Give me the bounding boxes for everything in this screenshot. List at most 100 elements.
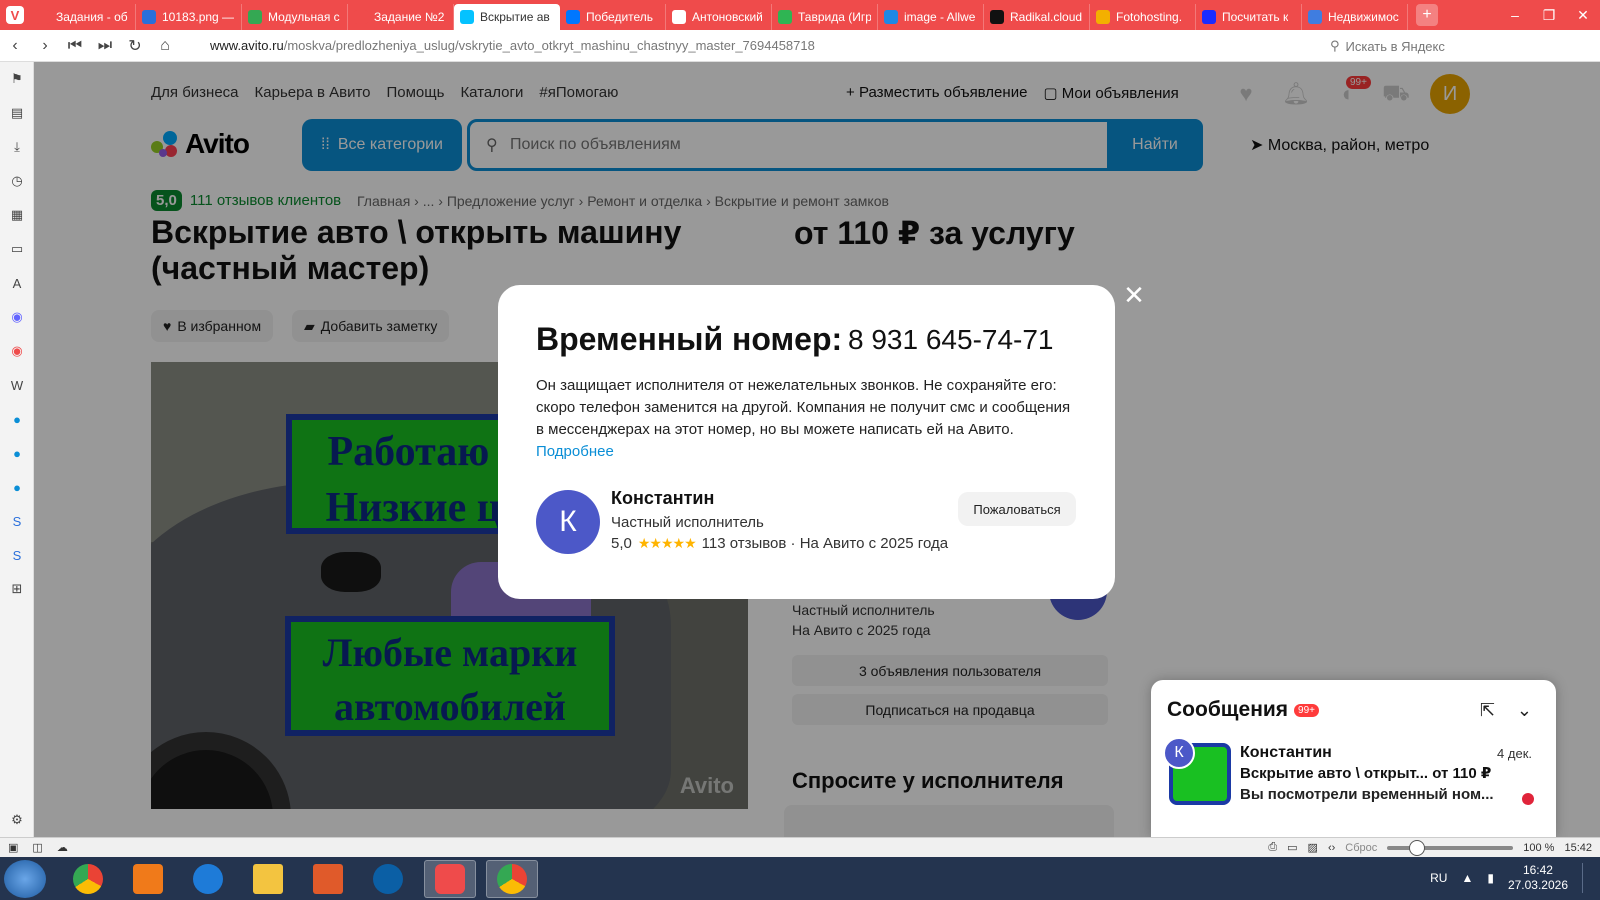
tab-label: Radikal.cloud [1010,10,1083,24]
capture-icon[interactable]: ⎙ [1268,841,1277,854]
wikipedia-icon[interactable]: W [0,368,34,402]
zoom-reset[interactable]: Сброс [1345,842,1377,854]
maximize-icon[interactable]: ❐ [1532,7,1566,24]
yandex-search-field[interactable]: ⚲ Искать в Яндекс [1330,36,1520,56]
tab-favicon-icon [36,10,50,24]
zoom-level: 100 % [1523,841,1555,854]
vivaldi-menu-button[interactable]: V [0,0,30,30]
show-desktop-icon[interactable] [1582,863,1590,893]
tab-label: 10183.png — [162,10,235,24]
downloads-icon[interactable]: ⤓ [0,130,34,164]
tab-favicon-icon [1096,10,1110,24]
chrome-taskbar-icon[interactable] [62,860,114,898]
seller-avatar[interactable]: К [536,490,600,554]
vivaldi-taskbar-icon[interactable] [424,860,476,898]
add-panel-icon[interactable]: ⊞ [0,572,34,606]
browser-tab[interactable]: Недвижимос [1302,4,1408,30]
back-icon[interactable]: ‹ [0,37,30,55]
start-button[interactable] [4,860,46,898]
url-host: www.avito.ru [210,38,284,53]
ie-taskbar-icon[interactable] [182,860,234,898]
chrome-taskbar-icon-2[interactable] [486,860,538,898]
code-icon[interactable]: ‹› [1328,842,1335,854]
windows-taskbar: RU ▲ ▮ 16:42 27.03.2026 [0,857,1600,900]
browser-tab[interactable]: image - Allwe [878,4,984,30]
tab-strip: Задания - об 10183.png — Модульная с Задани… [30,0,1446,30]
messages-title: Сообщения [1167,698,1289,721]
chat-name[interactable]: Константин [1240,744,1332,762]
close-window-icon[interactable]: ✕ [1566,7,1600,24]
tab-label: Задания - об [56,10,128,24]
explorer-taskbar-icon[interactable] [242,860,294,898]
avito-panel-icon[interactable]: ● [0,436,34,470]
clock[interactable]: 16:42 27.03.2026 [1508,863,1568,893]
signal-icon[interactable]: ▮ [1487,871,1494,885]
browser-tab[interactable]: Вскрытие ав [454,4,560,30]
seller-reviews[interactable]: 113 отзывов · На Авито с 2025 года [702,535,948,552]
app-taskbar-icon[interactable] [302,860,354,898]
tile-icon[interactable]: ◫ [32,841,42,854]
tab-favicon-icon [142,10,156,24]
forward-icon[interactable]: › [30,37,60,55]
hp-taskbar-icon[interactable] [362,860,414,898]
browser-tab[interactable]: Задание №2 [348,4,454,30]
chevron-down-icon[interactable]: ⌄ [1517,700,1532,721]
sp-panel-icon[interactable]: S [0,538,34,572]
image-icon[interactable]: ▨ [1308,841,1318,854]
modal-description: Он защищает исполнителя от нежелательных… [536,375,1081,463]
notes-icon[interactable]: ▦ [0,198,34,232]
reading-list-icon[interactable]: ▤ [0,96,34,130]
panel-toggle-icon[interactable]: ▣ [8,841,18,854]
more-link[interactable]: Подробнее [536,443,614,460]
seller-name[interactable]: Константин [611,488,714,509]
translate-icon[interactable]: A [0,266,34,300]
messages-badge: 99+ [1294,703,1320,717]
window-panel-icon[interactable]: ▭ [0,232,34,266]
tab-label: Fotohosting. [1116,10,1183,24]
history-icon[interactable]: ◷ [0,164,34,198]
browser-tab[interactable]: Таврида (Игр [772,4,878,30]
reload-icon[interactable]: ↻ [120,36,150,56]
rewind-icon[interactable]: ⏮ [60,37,90,55]
tab-label: Модульная с [268,10,340,24]
sp-panel-icon[interactable]: S [0,504,34,538]
zoom-slider[interactable] [1387,839,1514,856]
browser-tab[interactable]: Посчитать к [1196,4,1302,30]
url-field[interactable]: www.avito.ru/moskva/predlozheniya_uslug/… [210,38,1170,53]
cloud-sync-icon[interactable]: ☁ [57,841,68,854]
phone-number[interactable]: 8 931 645-74-71 [848,324,1054,356]
window-controls: – ❐ ✕ [1498,0,1600,30]
fast-forward-icon[interactable]: ⏭ [90,37,120,55]
browser-tab[interactable]: Антоновский [666,4,772,30]
seller-rating-value: 5,0 [611,535,632,552]
mastodon-icon[interactable]: ◉ [0,300,34,334]
vivaldi-icon[interactable]: ◉ [0,334,34,368]
browser-tab[interactable]: Radikal.cloud [984,4,1090,30]
minimize-icon[interactable]: – [1498,7,1532,23]
browser-tab[interactable]: Модульная с [242,4,348,30]
browser-tab[interactable]: Победитель [560,4,666,30]
report-button[interactable]: Пожаловаться [958,492,1076,526]
seller-role: Частный исполнитель [611,514,764,531]
new-tab-icon[interactable]: + [1416,4,1438,26]
browser-tab[interactable]: Задания - об [30,4,136,30]
avito-panel-icon[interactable]: ● [0,402,34,436]
browser-tab[interactable]: Fotohosting. [1090,4,1196,30]
media-player-taskbar-icon[interactable] [122,860,174,898]
home-icon[interactable]: ⌂ [150,37,180,55]
avito-panel-icon[interactable]: ● [0,470,34,504]
chat-last-message[interactable]: Вы посмотрели временный ном... [1240,786,1500,803]
window-icon[interactable]: ▭ [1287,841,1297,854]
settings-icon[interactable]: ⚙ [0,803,34,837]
search-icon: ⚲ [1330,38,1340,53]
browser-tab[interactable]: 10183.png — [136,4,242,30]
language-indicator[interactable]: RU [1430,871,1447,885]
chat-avatar: К [1163,737,1195,769]
chat-listing-title[interactable]: Вскрытие авто \ открыт... от 110 ₽ [1240,764,1500,782]
chat-date: 4 дек. [1497,746,1532,761]
tray-arrow-icon[interactable]: ▲ [1461,871,1473,885]
bookmarks-icon[interactable]: ⚑ [0,62,34,96]
close-modal-icon[interactable]: ✕ [1121,282,1147,308]
open-external-icon[interactable]: ⇱ [1480,700,1495,721]
temporary-number-modal: Временный номер: 8 931 645-74-71 Он защи… [498,285,1115,599]
